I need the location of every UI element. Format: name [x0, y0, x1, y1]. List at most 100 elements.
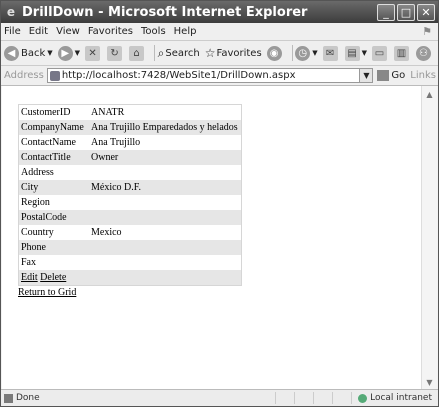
- back-dropdown-icon[interactable]: ▼: [47, 49, 52, 57]
- address-url: http://localhost:7428/WebSite1/DrillDown…: [61, 70, 296, 81]
- refresh-button[interactable]: ↻: [107, 45, 124, 61]
- menu-favorites[interactable]: Favorites: [88, 26, 133, 37]
- address-bar: Address http://localhost:7428/WebSite1/D…: [1, 66, 438, 86]
- field-value: [89, 255, 242, 270]
- field-name: CompanyName: [18, 120, 89, 135]
- toolbar: ◀ Back ▼ ▶ ▼ ✕ ↻ ⌂ ⌕ Search ☆ Favorites …: [1, 41, 438, 66]
- print-dropdown-icon[interactable]: ▼: [362, 49, 367, 57]
- status-left: Done: [1, 393, 275, 403]
- details-row: CustomerID ANATR: [19, 105, 242, 121]
- ie-logo-icon: e: [6, 5, 16, 19]
- field-value: Ana Trujillo: [91, 137, 141, 148]
- address-label: Address: [4, 70, 44, 81]
- field-name: City: [18, 180, 89, 195]
- security-zone: Local intranet: [351, 392, 438, 404]
- go-arrow-icon: [377, 70, 390, 81]
- forward-dropdown-icon[interactable]: ▼: [75, 49, 80, 57]
- favorites-button[interactable]: ☆ Favorites: [205, 46, 262, 60]
- field-name: Country: [21, 227, 54, 238]
- stop-icon: ✕: [85, 45, 101, 61]
- history-icon: ◷: [295, 45, 311, 61]
- media-icon: ◉: [266, 45, 282, 61]
- details-row: Region: [19, 195, 242, 210]
- field-value: Mexico: [91, 227, 122, 238]
- stop-button[interactable]: ✕: [85, 45, 102, 61]
- address-input[interactable]: http://localhost:7428/WebSite1/DrillDown…: [46, 68, 361, 83]
- field-value: ANATR: [91, 107, 125, 118]
- back-button[interactable]: ◀ Back ▼: [4, 45, 53, 61]
- browser-window: e DrillDown - Microsoft Internet Explore…: [0, 0, 439, 407]
- field-name: Fax: [21, 257, 36, 268]
- go-label: Go: [391, 70, 406, 81]
- mail-icon: ✉: [322, 45, 338, 61]
- edit-link[interactable]: Edit: [21, 272, 38, 283]
- search-icon: ⌕: [157, 45, 165, 60]
- back-arrow-icon: ◀: [4, 45, 19, 61]
- delete-link[interactable]: Delete: [40, 272, 66, 283]
- field-name: Phone: [18, 240, 89, 255]
- maximize-button[interactable]: □: [397, 3, 415, 21]
- field-value: [89, 240, 242, 255]
- return-to-grid-link[interactable]: Return to Grid: [18, 287, 76, 298]
- messenger-icon: ⚇: [416, 45, 431, 61]
- search-button[interactable]: ⌕ Search: [158, 46, 200, 61]
- history-dropdown-icon[interactable]: ▼: [312, 49, 317, 57]
- status-text: Done: [16, 393, 40, 403]
- menu-tools[interactable]: Tools: [141, 26, 166, 37]
- title-bar: e DrillDown - Microsoft Internet Explore…: [1, 1, 438, 23]
- field-name: ContactName: [21, 137, 76, 148]
- star-icon: ☆: [204, 46, 216, 60]
- media-button[interactable]: ◉: [266, 45, 284, 61]
- mail-button[interactable]: ✉: [322, 45, 340, 61]
- details-row: Fax: [19, 255, 242, 270]
- history-button[interactable]: ◷ ▼: [295, 45, 318, 61]
- status-cell: [294, 392, 313, 404]
- menu-bar: File Edit View Favorites Tools Help: [1, 23, 438, 41]
- field-value: Ana Trujillo Emparedados y helados: [89, 120, 242, 135]
- menu-view[interactable]: View: [56, 26, 80, 37]
- details-row: Phone: [18, 240, 242, 255]
- toolbar-separator: [154, 45, 155, 61]
- field-name: ContactTitle: [18, 150, 89, 165]
- details-row: PostalCode: [18, 210, 242, 225]
- details-row: Address: [19, 165, 242, 180]
- details-row: ContactTitle Owner: [18, 150, 242, 165]
- print-button[interactable]: ▤ ▼: [344, 45, 367, 61]
- vertical-scrollbar[interactable]: ▲ ▼: [421, 86, 437, 390]
- scroll-up-icon[interactable]: ▲: [422, 86, 437, 102]
- details-row: City México D.F.: [18, 180, 242, 195]
- discuss-button[interactable]: ▥: [394, 45, 411, 61]
- favorites-label: Favorites: [216, 47, 262, 59]
- menu-file[interactable]: File: [4, 26, 21, 37]
- page-viewport: CustomerID ANATR CompanyName Ana Trujillo E…: [2, 86, 437, 390]
- command-cell: Edit Delete: [18, 270, 242, 286]
- go-button[interactable]: Go: [377, 70, 405, 81]
- messenger-button[interactable]: ⚇: [416, 45, 433, 61]
- page-icon: [49, 70, 60, 81]
- windows-flag-icon: ⚑: [422, 25, 432, 38]
- minimize-button[interactable]: _: [377, 3, 395, 21]
- scroll-down-icon[interactable]: ▼: [422, 374, 437, 390]
- field-name: Region: [21, 197, 50, 208]
- refresh-icon: ↻: [107, 45, 123, 61]
- page-content: CustomerID ANATR CompanyName Ana Trujillo E…: [18, 104, 242, 298]
- field-value: [89, 195, 242, 210]
- field-value: [89, 210, 242, 225]
- links-button[interactable]: Links: [410, 70, 436, 81]
- field-value: [89, 165, 242, 180]
- command-row: Edit Delete: [18, 270, 242, 286]
- menu-edit[interactable]: Edit: [29, 26, 48, 37]
- home-button[interactable]: ⌂: [129, 45, 146, 61]
- edit-page-icon: ▭: [372, 45, 387, 61]
- status-cell: [313, 392, 332, 404]
- details-row: CompanyName Ana Trujillo Emparedados y he…: [18, 120, 242, 135]
- menu-help[interactable]: Help: [174, 26, 197, 37]
- close-button[interactable]: ✕: [417, 3, 435, 21]
- field-name: PostalCode: [18, 210, 89, 225]
- toolbar-separator-2: [291, 45, 293, 61]
- field-value: México D.F.: [89, 180, 242, 195]
- forward-button[interactable]: ▶ ▼: [57, 45, 80, 61]
- zone-text: Local intranet: [370, 393, 432, 403]
- address-dropdown-icon[interactable]: ▼: [360, 68, 374, 83]
- edit-page-button[interactable]: ▭: [372, 45, 389, 61]
